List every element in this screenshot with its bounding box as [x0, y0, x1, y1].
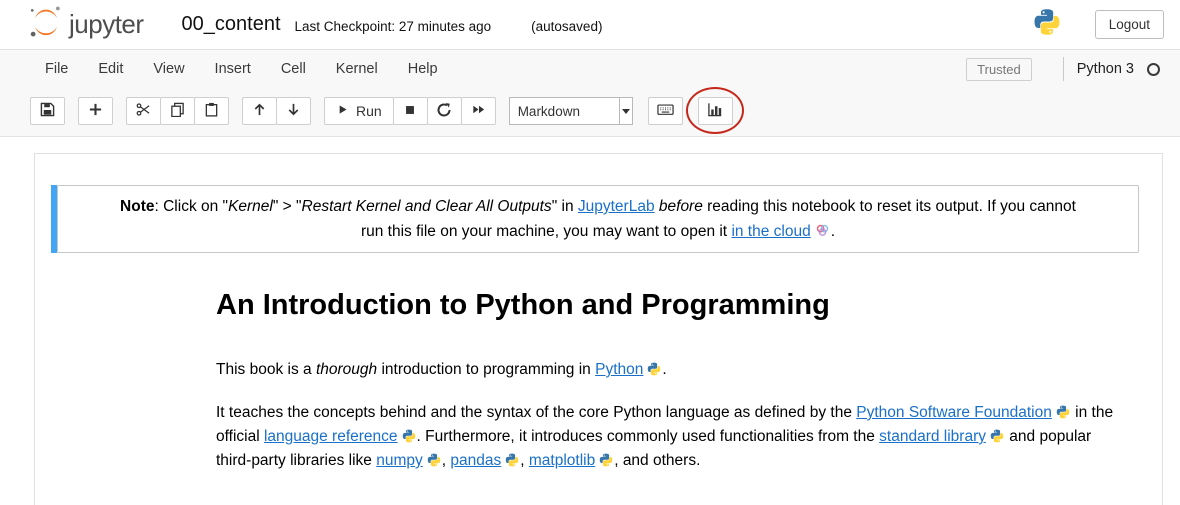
- menu-view[interactable]: View: [138, 61, 199, 77]
- move-cell-down-icon: [286, 102, 301, 120]
- python-icon: [402, 425, 416, 449]
- chart-button[interactable]: [698, 97, 733, 125]
- intro-paragraph-1: This book is a thorough introduction to …: [216, 358, 1118, 382]
- move-cell-down-button[interactable]: [276, 97, 311, 125]
- jupyter-notebook-app: jupyter 00_content Last Checkpoint: 27 m…: [0, 0, 1180, 505]
- kernel-idle-icon: [1147, 63, 1160, 76]
- jupyter-logo-text: jupyter: [69, 9, 144, 40]
- menubar-right: Trusted Python 3: [966, 57, 1160, 81]
- chart-button-wrap: [698, 97, 733, 125]
- notebook-title[interactable]: 00_content: [182, 13, 281, 36]
- divider: [1063, 57, 1064, 81]
- copy-cells-icon: [170, 102, 185, 120]
- menubar: File Edit View Insert Cell Kernel Help T…: [0, 50, 1180, 88]
- header: jupyter 00_content Last Checkpoint: 27 m…: [0, 0, 1180, 50]
- menu-insert[interactable]: Insert: [200, 61, 266, 77]
- python-icon: [1056, 401, 1070, 425]
- python-icon: [599, 449, 613, 473]
- chevron-down-icon: [619, 98, 632, 124]
- run-icon: [336, 103, 349, 119]
- markdown-cell-content[interactable]: An Introduction to Python and Programmin…: [35, 289, 1162, 473]
- intro-paragraph-2: It teaches the concepts behind and the s…: [216, 401, 1118, 473]
- add-cell-below-icon: [88, 102, 103, 120]
- paste-cells-icon: [204, 102, 219, 120]
- autosave-status: (autosaved): [531, 19, 602, 34]
- logout-button[interactable]: Logout: [1095, 10, 1164, 39]
- restart-run-all-button[interactable]: [461, 97, 496, 125]
- notebook-container: Note: Click on "Kernel" > "Restart Kerne…: [34, 153, 1163, 505]
- run-label: Run: [356, 103, 382, 119]
- cut-cells-icon: [136, 102, 151, 120]
- notebook-page: Note: Click on "Kernel" > "Restart Kerne…: [0, 137, 1180, 505]
- link-in-the-cloud[interactable]: in the cloud: [731, 223, 810, 240]
- link-jupyterlab[interactable]: JupyterLab: [578, 198, 655, 215]
- jupyter-logo[interactable]: jupyter: [28, 4, 144, 45]
- menu-file[interactable]: File: [30, 61, 83, 77]
- cut-cells-button[interactable]: [126, 97, 161, 125]
- chart-icon: [707, 102, 723, 120]
- interrupt-kernel-icon: [403, 103, 417, 120]
- add-cell-below-button[interactable]: [78, 97, 113, 125]
- link-numpy[interactable]: numpy: [376, 452, 423, 469]
- link-pandas[interactable]: pandas: [450, 452, 501, 469]
- menu-help[interactable]: Help: [393, 61, 453, 77]
- link-standard-library[interactable]: standard library: [879, 428, 986, 445]
- toolbar: Run Markdown: [0, 88, 1180, 136]
- paste-cells-button[interactable]: [194, 97, 229, 125]
- checkpoint-status: Last Checkpoint: 27 minutes ago: [295, 19, 492, 34]
- link-python[interactable]: Python: [595, 361, 643, 378]
- python-icon: [647, 358, 661, 382]
- jupyter-logo-icon: [28, 4, 64, 45]
- restart-kernel-icon: [436, 102, 452, 121]
- run-button[interactable]: Run: [324, 97, 394, 125]
- command-palette-keyboard-icon: [657, 102, 674, 120]
- trusted-badge: Trusted: [966, 58, 1032, 81]
- kernel-name: Python 3: [1077, 61, 1134, 77]
- link-python-software-foundation[interactable]: Python Software Foundation: [856, 404, 1052, 421]
- notebook-chrome: File Edit View Insert Cell Kernel Help T…: [0, 50, 1180, 137]
- move-cell-up-icon: [252, 102, 267, 120]
- notebook-heading: An Introduction to Python and Programmin…: [216, 289, 1118, 322]
- save-button[interactable]: [30, 97, 65, 125]
- command-palette-button[interactable]: [648, 97, 683, 125]
- markdown-cell-note[interactable]: Note: Click on "Kernel" > "Restart Kerne…: [51, 185, 1139, 253]
- note-callout: Note: Click on "Kernel" > "Restart Kerne…: [57, 185, 1139, 253]
- note-label: Note: [120, 198, 154, 215]
- restart-run-all-icon: [471, 102, 486, 120]
- menu-kernel[interactable]: Kernel: [321, 61, 393, 77]
- link-language-reference[interactable]: language reference: [264, 428, 398, 445]
- cell-type-select[interactable]: Markdown: [509, 97, 633, 125]
- python-icon: [427, 449, 441, 473]
- kernel-logo-python-icon: [1033, 8, 1061, 41]
- header-right: Logout: [1033, 8, 1164, 41]
- python-icon: [505, 449, 519, 473]
- save-icon: [40, 102, 55, 120]
- link-matplotlib[interactable]: matplotlib: [529, 452, 595, 469]
- python-icon: [990, 425, 1004, 449]
- move-cell-up-button[interactable]: [242, 97, 277, 125]
- copy-cells-button[interactable]: [160, 97, 195, 125]
- restart-kernel-button[interactable]: [427, 97, 462, 125]
- menu-edit[interactable]: Edit: [83, 61, 138, 77]
- binder-rings-icon: [815, 219, 830, 244]
- cell-type-value: Markdown: [510, 98, 619, 124]
- interrupt-kernel-button[interactable]: [393, 97, 428, 125]
- menu-cell[interactable]: Cell: [266, 61, 321, 77]
